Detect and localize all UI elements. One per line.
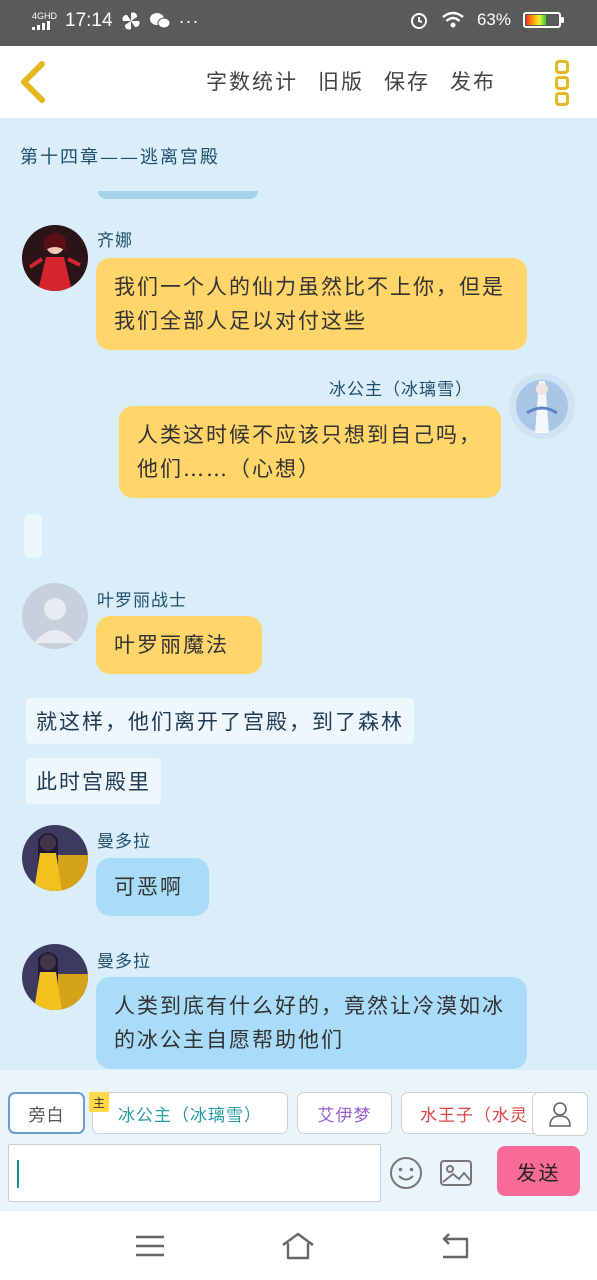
editor-toolbar: 字数统计 旧版 保存 发布	[0, 46, 597, 118]
network-type: 4GHD	[32, 11, 58, 21]
character-chip[interactable]: 冰公主（冰璃雪）	[92, 1092, 288, 1134]
message-input[interactable]	[8, 1144, 381, 1202]
emoji-icon[interactable]	[388, 1155, 424, 1191]
battery-icon	[523, 12, 564, 28]
wechat-icon	[149, 13, 171, 29]
narration-text[interactable]: 就这样，他们离开了宫殿，到了森林	[26, 698, 414, 744]
character-chip[interactable]: 水王子（水灵	[401, 1092, 541, 1134]
sender-name: 叶罗丽战士	[97, 591, 187, 611]
status-bar: 4GHD 17:14 ··· 63%	[0, 0, 597, 46]
composer: 旁白 冰公主（冰璃雪） 主 艾伊梦 水王子（水灵 发送	[0, 1070, 597, 1210]
text-caret	[17, 1160, 19, 1188]
chapter-title: 第十四章——逃离宫殿	[20, 147, 220, 168]
sender-name: 曼多拉	[97, 952, 151, 972]
user-icon	[549, 1102, 571, 1127]
message-bubble[interactable]: 叶罗丽魔法	[96, 616, 262, 674]
avatar[interactable]	[22, 225, 88, 291]
character-manage-button[interactable]	[532, 1092, 588, 1136]
home-icon[interactable]	[280, 1231, 316, 1261]
signal-icon: 4GHD	[32, 12, 57, 30]
pinwheel-icon	[122, 12, 140, 30]
narration-text[interactable]: 此时宫殿里	[26, 758, 161, 804]
old-version-button[interactable]: 旧版	[318, 66, 364, 96]
avatar[interactable]	[509, 373, 575, 439]
battery-percent: 63%	[476, 10, 511, 29]
message-bubble[interactable]: 我们一个人的仙力虽然比不上你，但是我们全部人足以对付这些	[96, 258, 527, 350]
battery-fill	[526, 15, 547, 25]
scroll-indicator	[98, 191, 258, 199]
back-nav-icon[interactable]	[437, 1231, 473, 1261]
avatar[interactable]	[22, 583, 88, 649]
avatar[interactable]	[22, 825, 88, 891]
send-button[interactable]: 发送	[497, 1146, 580, 1196]
back-icon[interactable]	[14, 60, 54, 104]
empty-narration[interactable]	[24, 514, 42, 558]
save-button[interactable]: 保存	[384, 66, 430, 96]
character-chip[interactable]: 艾伊梦	[297, 1092, 392, 1134]
menu-icon[interactable]	[132, 1231, 168, 1261]
message-bubble[interactable]: 可恶啊	[96, 858, 209, 916]
narrator-chip[interactable]: 旁白	[8, 1092, 85, 1134]
message-bubble[interactable]: 人类到底有什么好的，竟然让冷漠如冰的冰公主自愿帮助他们	[96, 977, 527, 1069]
message-bubble[interactable]: 人类这时候不应该只想到自己吗，他们……（心想）	[119, 406, 501, 498]
word-count-button[interactable]: 字数统计	[206, 66, 298, 96]
alarm-icon	[410, 13, 427, 29]
wifi-icon	[442, 11, 464, 28]
sender-name: 齐娜	[97, 231, 133, 251]
more-dots-icon: ···	[178, 10, 200, 31]
main-character-tag: 主	[89, 1092, 109, 1112]
avatar[interactable]	[22, 944, 88, 1010]
chat-area[interactable]: 第十四章——逃离宫殿 齐娜 我们一个人的仙力虽然比不上你，但是我们全部人足以对付…	[0, 118, 597, 1070]
publish-button[interactable]: 发布	[450, 66, 496, 96]
clock: 17:14	[65, 10, 113, 31]
image-icon[interactable]	[438, 1155, 474, 1191]
sender-name: 曼多拉	[97, 832, 151, 852]
more-menu-icon[interactable]	[555, 60, 571, 106]
sender-name: 冰公主（冰璃雪）	[329, 380, 473, 400]
system-navbar	[0, 1210, 597, 1280]
